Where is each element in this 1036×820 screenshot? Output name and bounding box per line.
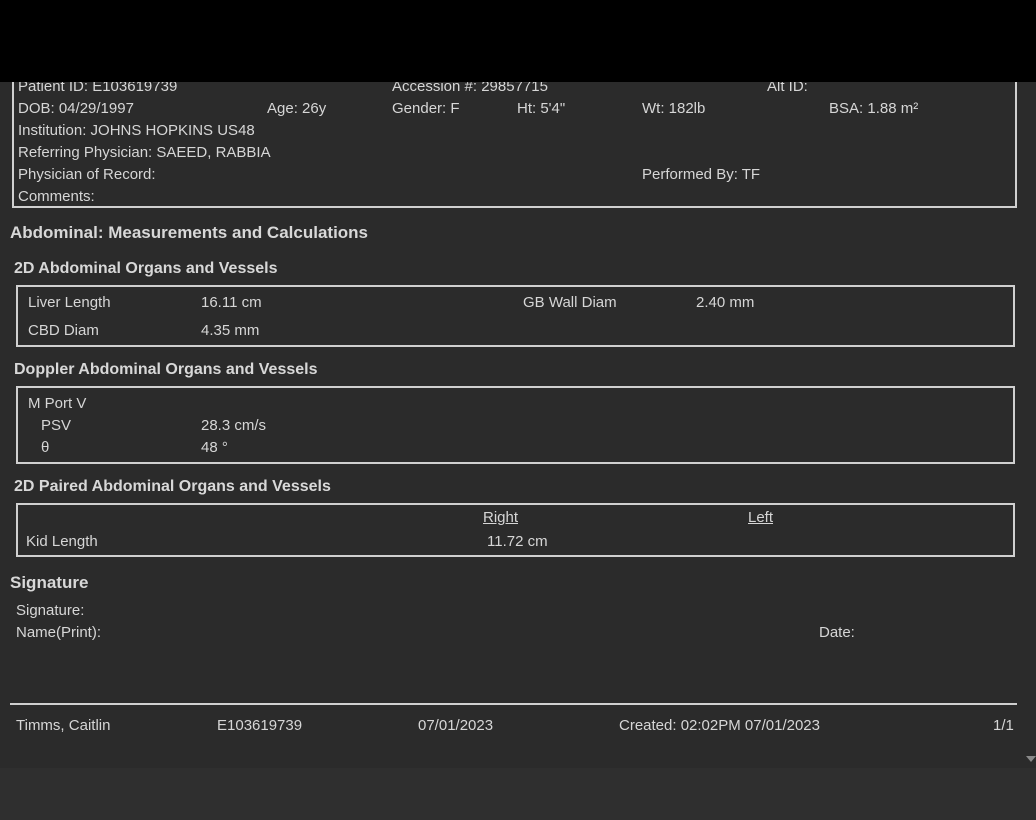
cbd-diam-value: 4.35 mm — [201, 322, 260, 339]
institution: Institution: JOHNS HOPKINS US48 — [18, 122, 255, 139]
gender: Gender: F — [392, 100, 460, 117]
cbd-diam-label: CBD Diam — [28, 322, 99, 339]
signature-title: Signature — [10, 573, 89, 592]
age: Age: 26y — [267, 100, 327, 117]
theta-label: θ — [41, 439, 50, 456]
bottom-panel — [0, 768, 1036, 820]
weight: Wt: 182lb — [642, 100, 706, 117]
liver-length-value: 16.11 cm — [201, 294, 262, 311]
dob: DOB: 04/29/1997 — [18, 100, 134, 117]
doppler-group-label: M Port V — [28, 395, 87, 412]
kid-length-right-value: 11.72 cm — [487, 533, 548, 550]
column-left-header: Left — [748, 509, 774, 526]
footer-divider — [10, 703, 1017, 705]
section-title-paired: 2D Paired Abdominal Organs and Vessels — [14, 478, 331, 495]
date-label: Date: — [819, 624, 855, 641]
kid-length-label: Kid Length — [26, 533, 98, 550]
bsa: BSA: 1.88 m² — [829, 100, 919, 117]
physician-of-record: Physician of Record: — [18, 166, 156, 183]
signature-label: Signature: — [16, 602, 85, 619]
footer-patient-id: E103619739 — [217, 717, 303, 734]
section-title-doppler: Doppler Abdominal Organs and Vessels — [14, 361, 318, 378]
referring-physician: Referring Physician: SAEED, RABBIA — [18, 144, 271, 161]
theta-value: 48 ° — [201, 439, 228, 456]
psv-label: PSV — [41, 417, 72, 434]
organs-2d-box — [16, 285, 1015, 347]
footer-created: Created: 02:02PM 07/01/2023 — [619, 717, 820, 734]
footer-patient-name: Timms, Caitlin — [16, 717, 111, 734]
footer-exam-date: 07/01/2023 — [418, 717, 494, 734]
footer-page-number: 1/1 — [993, 717, 1014, 734]
top-black-bar — [0, 0, 1036, 82]
gb-wall-diam-label: GB Wall Diam — [523, 294, 617, 311]
scroll-down-arrow-icon[interactable] — [1026, 756, 1036, 762]
performed-by: Performed By: TF — [642, 166, 761, 183]
comments: Comments: — [18, 188, 95, 205]
gb-wall-diam-value: 2.40 mm — [696, 294, 755, 311]
doppler-box — [16, 386, 1015, 464]
height: Ht: 5'4" — [517, 100, 566, 117]
liver-length-label: Liver Length — [28, 294, 111, 311]
section-title-2d-organs: 2D Abdominal Organs and Vessels — [14, 260, 278, 277]
psv-value: 28.3 cm/s — [201, 417, 267, 434]
column-right-header: Right — [483, 509, 519, 526]
name-print-label: Name(Print): — [16, 624, 102, 641]
report-title: Abdominal: Measurements and Calculations — [10, 223, 369, 242]
